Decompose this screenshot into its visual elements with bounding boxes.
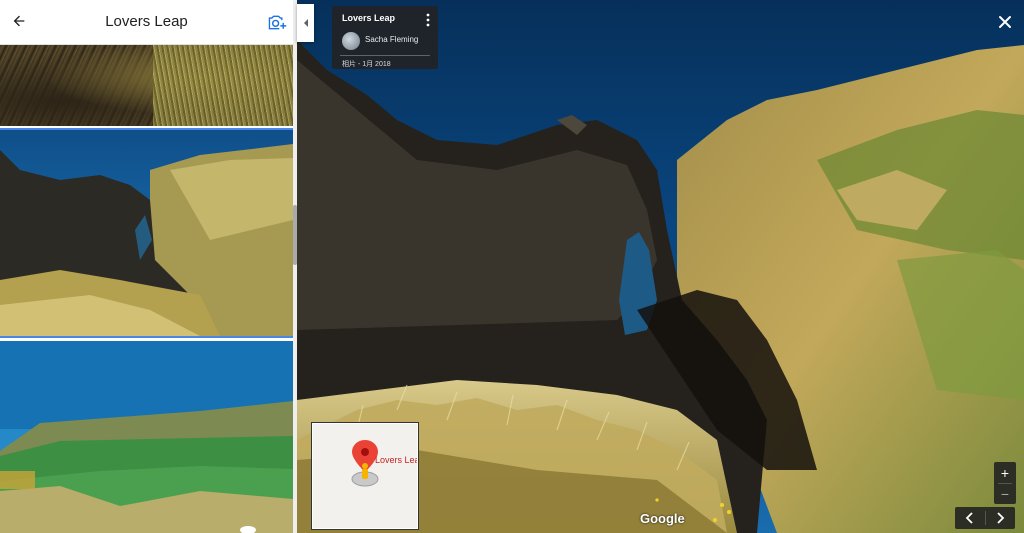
photo-date: 相片 - 1月 2018 xyxy=(342,61,391,68)
zoom-out-button[interactable]: − xyxy=(994,483,1016,504)
author-name[interactable]: Sacha Fleming xyxy=(365,35,418,44)
panel-header: Lovers Leap xyxy=(0,0,293,45)
info-card-title: Lovers Leap xyxy=(342,13,396,23)
add-photo-camera-icon xyxy=(268,15,287,30)
chevron-left-icon xyxy=(965,512,973,524)
zoom-in-button[interactable]: + xyxy=(994,462,1016,483)
caret-left-icon xyxy=(303,19,308,27)
mini-map[interactable]: Lovers Leap xyxy=(312,423,418,529)
place-title: Lovers Leap xyxy=(105,13,188,30)
photo-nav-controls xyxy=(955,507,1015,529)
google-logo: Google xyxy=(640,511,685,526)
more-vert-icon xyxy=(426,13,430,27)
more-options-button[interactable] xyxy=(424,13,432,27)
back-button[interactable] xyxy=(8,10,30,32)
map-pegman-scene xyxy=(351,440,379,487)
photo-thumbnail[interactable] xyxy=(0,341,293,533)
collapse-panel-button[interactable] xyxy=(297,4,314,42)
grass-texture xyxy=(153,45,293,126)
close-icon xyxy=(999,16,1011,28)
arrow-left-icon xyxy=(13,15,25,27)
photo-2-scene xyxy=(0,130,293,336)
photo-info-card: Lovers Leap Sacha Fleming 相片 - 1月 2018 xyxy=(332,6,438,69)
next-photo-button[interactable] xyxy=(985,507,1015,529)
map-place-label: Lovers Leap xyxy=(375,455,417,465)
zoom-controls: + − xyxy=(994,462,1016,504)
photo-list-panel: Lovers Leap xyxy=(0,0,293,533)
close-button[interactable] xyxy=(996,13,1014,31)
photo-thumbnail[interactable] xyxy=(0,45,293,126)
photo-3-scene xyxy=(0,341,293,533)
previous-photo-button[interactable] xyxy=(955,507,985,529)
photo-thumbnail-selected[interactable] xyxy=(0,128,293,338)
chevron-right-icon xyxy=(997,512,1005,524)
info-divider xyxy=(340,55,430,56)
add-photo-button[interactable] xyxy=(266,11,288,33)
author-avatar[interactable] xyxy=(342,32,360,50)
